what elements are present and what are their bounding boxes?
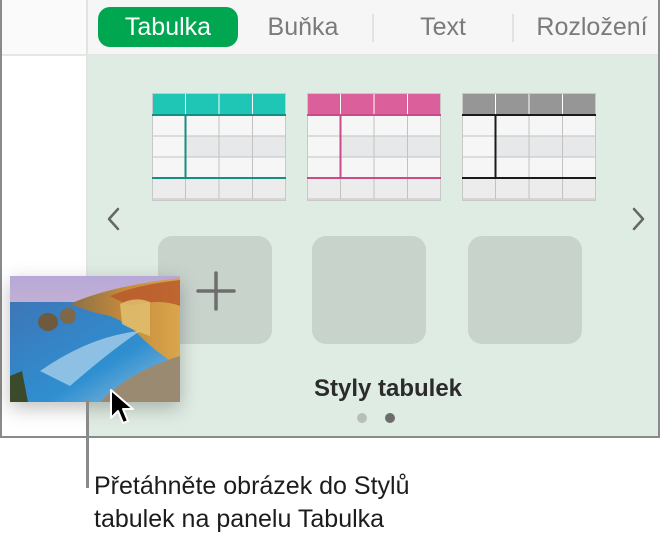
page-dot-1[interactable]	[357, 413, 367, 423]
table-cell	[495, 93, 530, 116]
table-style-graphic	[307, 93, 441, 201]
table-cell	[462, 114, 496, 137]
table-cell	[373, 177, 408, 200]
tab-rozlozeni[interactable]: Rozložení	[520, 7, 662, 47]
table-cell	[218, 114, 253, 137]
left-strip	[2, 0, 86, 56]
table-cell	[252, 135, 286, 158]
table-cell	[340, 93, 375, 116]
table-cell	[495, 177, 530, 200]
table-cell	[528, 156, 563, 179]
landscape-photo-image	[10, 276, 180, 402]
table-style-pink[interactable]	[307, 93, 441, 201]
table-cell	[407, 114, 441, 137]
callout-line	[86, 400, 89, 488]
table-cell	[340, 114, 375, 137]
table-cell	[307, 114, 341, 137]
table-cell	[462, 156, 496, 179]
page-dot-2-current[interactable]	[385, 413, 395, 423]
table-cell	[307, 177, 341, 200]
table-cell	[252, 156, 286, 179]
table-cell	[185, 135, 220, 158]
table-cell	[407, 93, 441, 116]
table-cell	[562, 135, 596, 158]
table-cell	[462, 177, 496, 200]
table-cell	[152, 177, 186, 200]
table-cell	[185, 114, 220, 137]
table-cell	[407, 156, 441, 179]
table-cell	[562, 114, 596, 137]
table-cell	[407, 135, 441, 158]
arrow-cursor-icon	[110, 389, 134, 424]
table-cell	[152, 93, 186, 116]
tab-bunka[interactable]: Buňka	[248, 7, 358, 47]
table-cell	[252, 93, 286, 116]
table-cell	[218, 156, 253, 179]
table-cell	[528, 93, 563, 116]
table-cell	[462, 135, 496, 158]
dragged-photo[interactable]	[10, 276, 180, 402]
table-cell	[307, 93, 341, 116]
table-cell	[495, 156, 530, 179]
table-cell	[562, 156, 596, 179]
table-style-graphic	[152, 93, 286, 201]
table-cell	[462, 93, 496, 116]
table-cell	[373, 135, 408, 158]
table-cell	[562, 93, 596, 116]
caption: Přetáhněte obrázek do Stylů tabulek na p…	[94, 470, 514, 536]
table-cell	[495, 114, 530, 137]
table-cell	[307, 156, 341, 179]
table-cell	[340, 135, 375, 158]
table-cell	[218, 177, 253, 200]
table-cell	[185, 156, 220, 179]
tab-separator	[372, 14, 374, 42]
table-cell	[252, 177, 286, 200]
tab-tabulka[interactable]: Tabulka	[98, 7, 238, 47]
chevron-right-icon[interactable]	[626, 204, 650, 234]
table-cell	[152, 114, 186, 137]
empty-style-slot[interactable]	[468, 236, 582, 344]
empty-style-slot[interactable]	[312, 236, 426, 344]
inspector-tab-bar: Tabulka Buňka Text Rozložení	[88, 0, 658, 56]
tab-separator	[512, 14, 514, 42]
table-cell	[495, 135, 530, 158]
table-cell	[152, 156, 186, 179]
table-cell	[340, 156, 375, 179]
chevron-left-icon[interactable]	[102, 204, 126, 234]
table-cell	[340, 177, 375, 200]
caption-line-1: Přetáhněte obrázek do Stylů	[94, 472, 410, 500]
table-cell	[373, 93, 408, 116]
table-cell	[218, 93, 253, 116]
table-cell	[407, 177, 441, 200]
table-cell	[218, 135, 253, 158]
caption-line-2: tabulek na panelu Tabulka	[94, 505, 385, 533]
table-cell	[185, 177, 220, 200]
table-cell	[373, 114, 408, 137]
table-cell	[373, 156, 408, 179]
table-cell	[252, 114, 286, 137]
table-cell	[528, 114, 563, 137]
tab-text[interactable]: Text	[388, 7, 498, 47]
table-cell	[185, 93, 220, 116]
table-cell	[307, 135, 341, 158]
plus-icon	[196, 271, 236, 311]
table-cell	[562, 177, 596, 200]
table-cell	[528, 177, 563, 200]
table-cell	[152, 135, 186, 158]
table-style-teal[interactable]	[152, 93, 286, 201]
table-style-graphic	[462, 93, 596, 201]
table-cell	[528, 135, 563, 158]
table-style-gray[interactable]	[462, 93, 596, 201]
